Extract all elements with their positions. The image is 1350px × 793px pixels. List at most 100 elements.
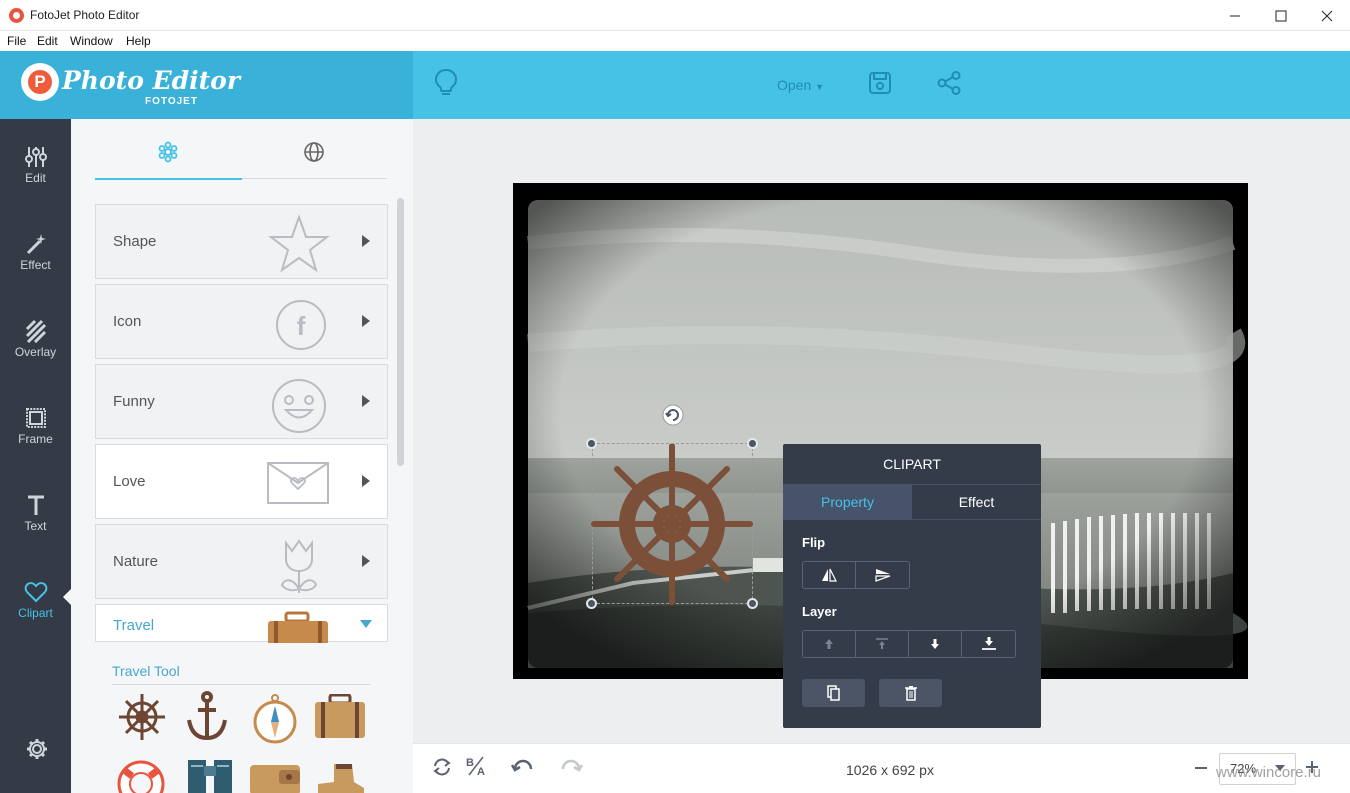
snowflake-icon[interactable] <box>157 141 179 168</box>
rail-label: Frame <box>18 432 53 446</box>
title-bar: FotoJet Photo Editor <box>0 0 1350 31</box>
smiley-icon <box>272 379 326 433</box>
rail-item-effect[interactable]: Effect <box>0 224 71 294</box>
rail-item-text[interactable]: Text <box>0 485 71 555</box>
compass-icon[interactable] <box>252 692 298 749</box>
flip-vertical-icon <box>874 569 890 582</box>
chevron-right-icon <box>362 555 370 567</box>
flip-vertical-button[interactable] <box>856 562 909 588</box>
globe-icon[interactable] <box>303 141 325 168</box>
compare-icon[interactable]: BA <box>465 755 489 782</box>
flip-label: Flip <box>802 535 826 550</box>
open-dropdown[interactable]: Open ▼ <box>777 77 824 93</box>
send-to-back-icon <box>981 637 996 650</box>
chevron-right-icon <box>362 475 370 487</box>
hatch-icon <box>0 319 71 345</box>
close-icon <box>1321 10 1333 21</box>
tab-active-indicator <box>95 178 242 180</box>
svg-text:A: A <box>477 766 485 777</box>
watermark-text: www.wincore.ru <box>1216 764 1322 781</box>
rail-label: Text <box>24 519 47 533</box>
maximize-button[interactable] <box>1258 0 1304 31</box>
anchor-icon[interactable] <box>184 690 230 749</box>
trash-icon <box>904 686 917 701</box>
arrow-up-icon <box>825 639 833 649</box>
close-button[interactable] <box>1304 0 1350 31</box>
gear-icon[interactable] <box>26 738 48 765</box>
send-backward-button[interactable] <box>909 631 962 657</box>
subsection-title: Travel Tool <box>112 663 180 679</box>
star-icon <box>268 213 330 273</box>
menu-edit[interactable]: Edit <box>37 34 58 48</box>
menu-file[interactable]: File <box>7 34 26 48</box>
rail-item-clipart[interactable]: Clipart <box>0 572 71 642</box>
logo-text: Photo Editor <box>62 66 241 95</box>
logo-p-mark: P <box>28 70 52 94</box>
rail-item-frame[interactable]: Frame <box>0 398 71 468</box>
redo-icon[interactable] <box>559 757 584 782</box>
suitcase-icon <box>268 611 328 643</box>
resize-handle-top-right[interactable] <box>747 438 758 449</box>
duplicate-button[interactable] <box>802 679 865 707</box>
bring-to-front-button[interactable] <box>856 631 909 657</box>
category-label: Nature <box>113 553 159 570</box>
chevron-right-icon <box>362 315 370 327</box>
text-icon <box>0 493 71 519</box>
menu-help[interactable]: Help <box>126 34 151 48</box>
rotate-handle-icon[interactable] <box>662 404 684 431</box>
popup-title: CLIPART <box>883 456 941 472</box>
category-label: Funny <box>113 393 155 410</box>
minimize-button[interactable] <box>1212 0 1258 31</box>
resize-handle-bottom-left[interactable] <box>586 598 597 609</box>
layer-label: Layer <box>802 604 837 619</box>
panel-scrollbar[interactable] <box>397 198 404 466</box>
rail-label: Edit <box>25 171 46 185</box>
zoom-out-icon[interactable] <box>1195 767 1207 769</box>
layer-button-group <box>802 630 1016 658</box>
rail-item-edit[interactable]: Edit <box>0 137 71 207</box>
suitcase-icon[interactable] <box>314 693 366 745</box>
resize-handle-top-left[interactable] <box>586 438 597 449</box>
svg-text:B: B <box>466 757 474 769</box>
category-travel-expanded[interactable]: Travel <box>95 604 388 643</box>
rail-item-overlay[interactable]: Overlay <box>0 311 71 381</box>
logo-subtext: FOTOJET <box>145 96 198 107</box>
bring-forward-button[interactable] <box>803 631 856 657</box>
send-to-back-button[interactable] <box>962 631 1015 657</box>
tab-effect[interactable]: Effect <box>912 485 1041 520</box>
ship-wheel-icon[interactable] <box>117 692 167 747</box>
category-love[interactable]: Love <box>95 444 388 519</box>
save-icon[interactable] <box>868 71 892 100</box>
binoculars-icon[interactable] <box>186 758 234 793</box>
caret-down-icon <box>360 620 372 628</box>
flip-horizontal-button[interactable] <box>803 562 856 588</box>
share-icon[interactable] <box>937 71 961 100</box>
life-buoy-icon[interactable] <box>115 758 167 793</box>
maximize-icon <box>1275 10 1287 21</box>
boot-icon[interactable] <box>314 762 366 793</box>
category-icon[interactable]: Icon f <box>95 284 388 359</box>
resize-handle-bottom-right[interactable] <box>747 598 758 609</box>
category-label: Love <box>113 473 146 490</box>
category-funny[interactable]: Funny <box>95 364 388 439</box>
wallet-icon[interactable] <box>249 764 301 793</box>
category-label: Shape <box>113 233 157 250</box>
arrow-down-icon <box>931 639 939 649</box>
rail-label: Effect <box>20 258 51 272</box>
facebook-icon: f <box>276 300 326 350</box>
svg-text:f: f <box>297 311 306 341</box>
ship-wheel-clipart[interactable] <box>591 443 753 611</box>
swap-icon[interactable] <box>431 756 453 783</box>
minimize-icon <box>1230 15 1240 16</box>
sliders-icon <box>0 145 71 171</box>
category-shape[interactable]: Shape <box>95 204 388 279</box>
tab-property[interactable]: Property <box>783 485 912 520</box>
undo-icon[interactable] <box>510 757 535 782</box>
lightbulb-icon[interactable] <box>433 68 459 103</box>
category-nature[interactable]: Nature <box>95 524 388 599</box>
app-logo-icon <box>9 8 24 23</box>
image-dimensions: 1026 x 692 px <box>846 762 934 778</box>
category-label: Icon <box>113 313 142 330</box>
menu-window[interactable]: Window <box>70 34 113 48</box>
delete-button[interactable] <box>879 679 942 707</box>
